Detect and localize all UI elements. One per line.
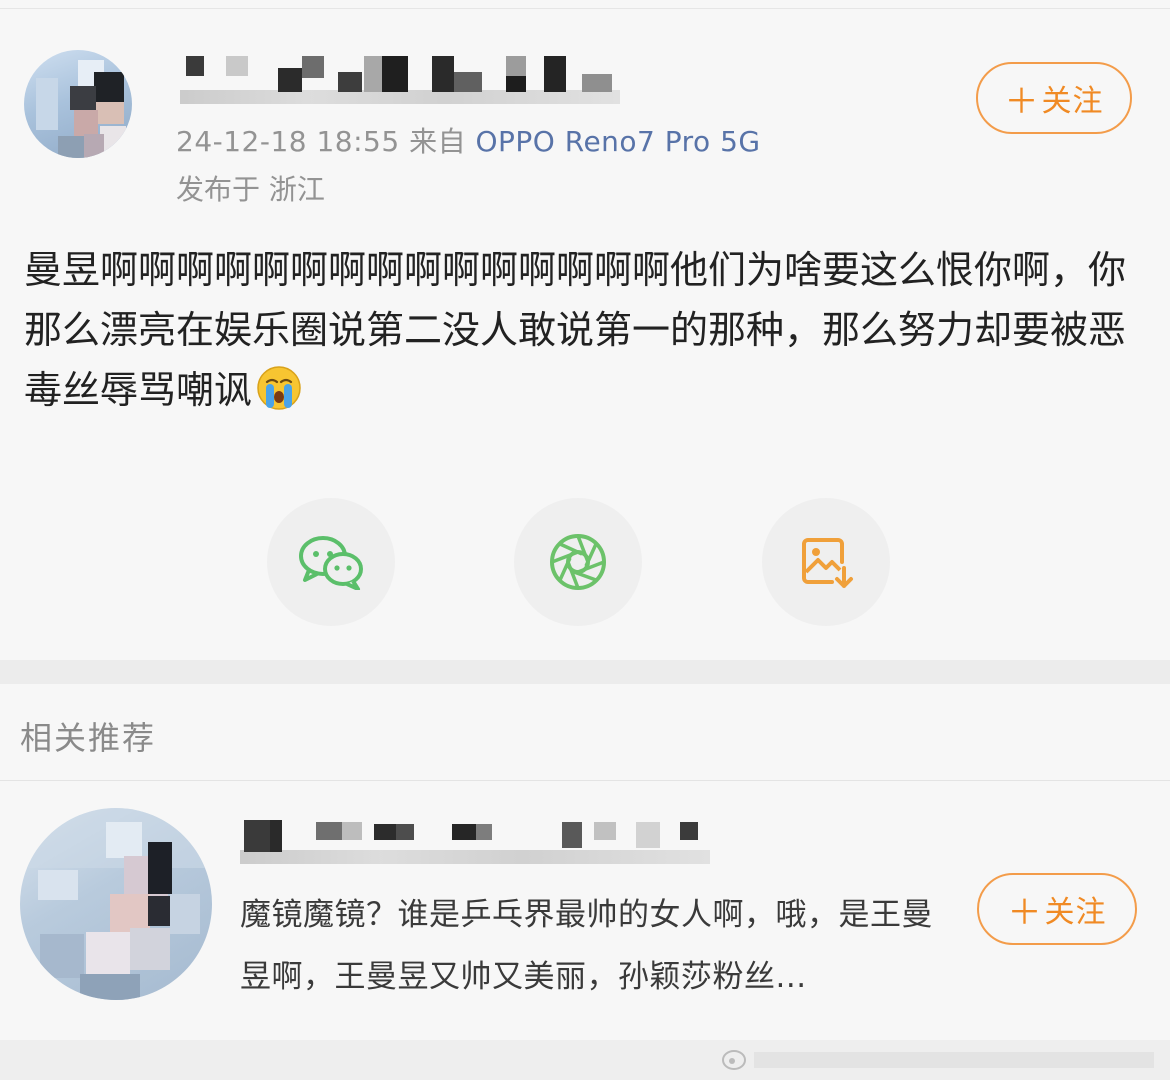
username-mosaic: [186, 56, 626, 96]
author-avatar[interactable]: [24, 50, 132, 158]
recommended-follow-button[interactable]: ＋ 关注: [977, 873, 1137, 945]
share-wechat-button[interactable]: [267, 498, 395, 626]
post-content-text: 曼昱啊啊啊啊啊啊啊啊啊啊啊啊啊啊啊他们为啥要这么恨你啊，你那么漂亮在娱乐圈说第二…: [24, 248, 1127, 412]
crying-face-icon: [257, 366, 301, 410]
save-image-icon: [802, 538, 853, 588]
post-location: 发布于 浙江: [176, 173, 325, 206]
plus-icon: ＋: [1007, 892, 1043, 933]
moments-icon: [550, 534, 606, 590]
post-card: 24-12-18 18:55 来自 OPPO Reno7 Pro 5G 发布于 …: [0, 0, 1170, 660]
follow-label: 关注: [1041, 84, 1104, 119]
save-image-button[interactable]: [762, 498, 890, 626]
follow-button[interactable]: ＋ 关注: [976, 62, 1132, 134]
follow-label: 关注: [1044, 895, 1107, 930]
related-title: 相关推荐: [20, 719, 157, 757]
plus-icon: ＋: [1004, 81, 1040, 122]
post-timestamp: 24-12-18 18:55: [176, 125, 400, 158]
recommended-username-mosaic: [244, 820, 714, 860]
wechat-icon: [299, 536, 363, 590]
post-content: 曼昱啊啊啊啊啊啊啊啊啊啊啊啊啊啊啊他们为啥要这么恨你啊，你那么漂亮在娱乐圈说第二…: [24, 240, 1134, 420]
recommended-post-text[interactable]: 魔镜魔镜？谁是乒乓界最帅的女人啊，哦，是王曼昱啊，王曼昱又帅又美丽，孙颖莎粉丝.…: [240, 884, 960, 1008]
section-divider: [0, 660, 1170, 684]
via-prefix: 来自: [399, 125, 476, 158]
related-section-header: [0, 684, 1170, 780]
share-moments-button[interactable]: [514, 498, 642, 626]
post-meta: 24-12-18 18:55 来自 OPPO Reno7 Pro 5G: [176, 120, 761, 160]
divider: [0, 8, 1170, 9]
recommended-author-avatar[interactable]: [20, 808, 212, 1000]
watermark-icon: [722, 1050, 1154, 1070]
device-link[interactable]: OPPO Reno7 Pro 5G: [476, 125, 761, 158]
